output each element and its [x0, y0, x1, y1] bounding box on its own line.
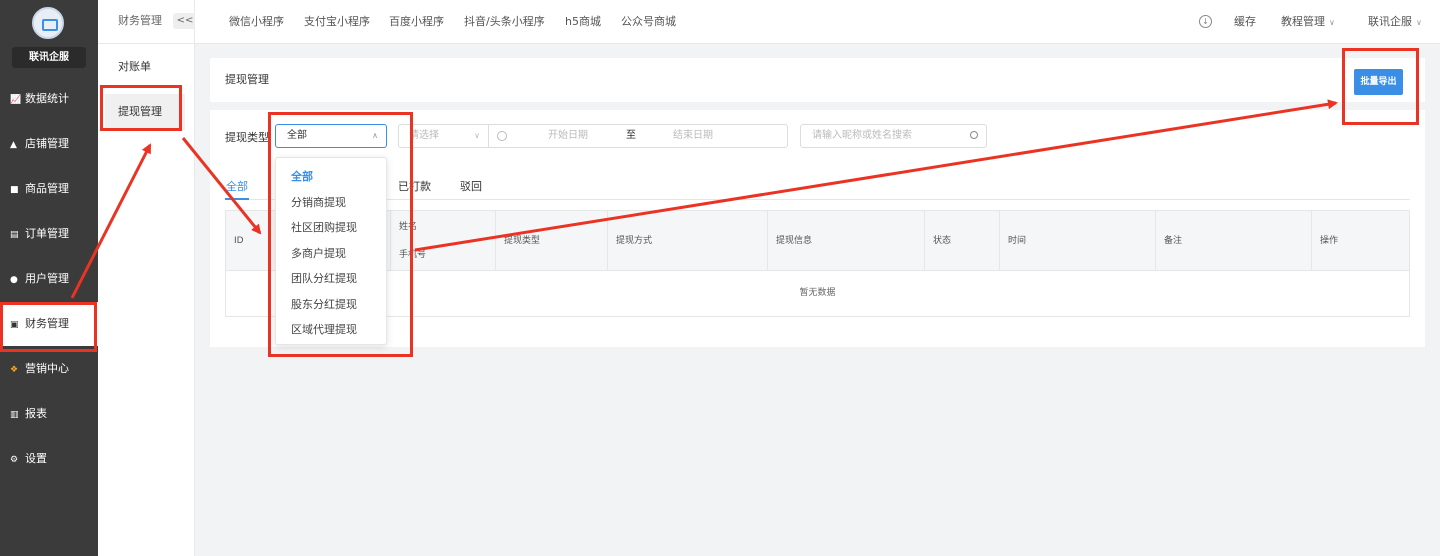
download-icon[interactable]: ↓: [1199, 15, 1212, 28]
sidebar-item-settings[interactable]: ⚙ 设置: [0, 437, 98, 481]
end-date-input[interactable]: 结束日期: [673, 125, 713, 147]
gear-icon: ⚙: [10, 455, 19, 465]
order-icon: ▤: [10, 230, 19, 240]
tutorial-menu[interactable]: 教程管理 ∨: [1281, 0, 1335, 43]
column-withdrawal-type: 提现类型: [496, 211, 608, 271]
store-icon: ▲: [10, 140, 17, 150]
collapse-button[interactable]: <<: [173, 13, 197, 29]
sub-navigation: 财务管理 << 对账单 提现管理: [98, 0, 197, 556]
tab-douyin-miniprogram[interactable]: 抖音/头条小程序: [464, 0, 545, 43]
tab-alipay-miniprogram[interactable]: 支付宝小程序: [304, 0, 370, 43]
range-separator: 至: [626, 130, 636, 141]
column-remark: 备注: [1156, 211, 1312, 271]
sidebar: 联讯企服 📈 数据统计 ▲ 店铺管理 ■ 商品管理 ▤ 订单管理 ● 用户管理 ▣ 财务管理…: [0, 0, 98, 556]
sidebar-item-users[interactable]: ● 用户管理: [0, 257, 98, 301]
column-withdrawal-method: 提现方式: [608, 211, 768, 271]
clock-icon: [497, 131, 507, 141]
page-header: 提现管理 批量导出: [210, 58, 1425, 102]
chevron-down-icon: ∨: [1416, 18, 1422, 27]
logo-icon: [32, 7, 64, 39]
page-title: 提现管理: [225, 73, 269, 86]
withdrawal-type-label: 提现类型: [225, 131, 269, 144]
chevron-down-icon: ∨: [1329, 18, 1335, 27]
sidebar-item-orders[interactable]: ▤ 订单管理: [0, 212, 98, 256]
subnav-header: 财务管理 <<: [98, 0, 197, 44]
user-icon: ●: [10, 275, 18, 285]
column-status: 状态: [925, 211, 1000, 271]
search-input[interactable]: 请输入昵称或姓名搜索: [800, 124, 987, 148]
annotation-box-dropdown: [268, 112, 413, 357]
marketing-icon: ❖: [10, 365, 19, 375]
chevron-down-icon: ∨: [474, 131, 480, 140]
subnav-item-statement[interactable]: 对账单: [105, 49, 185, 85]
sidebar-item-store[interactable]: ▲ 店铺管理: [0, 122, 98, 166]
annotation-box-export: [1342, 48, 1419, 125]
status-tab-all[interactable]: 全部: [226, 178, 248, 194]
status-tab-rejected[interactable]: 驳回: [460, 178, 482, 194]
cache-button[interactable]: 缓存: [1234, 0, 1256, 43]
sidebar-item-reports[interactable]: ▥ 报表: [0, 392, 98, 436]
sidebar-item-goods[interactable]: ■ 商品管理: [0, 167, 98, 211]
bar-chart-icon: ▥: [10, 410, 19, 420]
tab-baidu-miniprogram[interactable]: 百度小程序: [389, 0, 444, 43]
tab-official-account-mall[interactable]: 公众号商城: [621, 0, 676, 43]
column-time: 时间: [1000, 211, 1156, 271]
annotation-box-finance: [0, 302, 97, 352]
sidebar-item-marketing[interactable]: ❖ 营销中心: [0, 347, 98, 391]
top-bar: 微信小程序 支付宝小程序 百度小程序 抖音/头条小程序 h5商城 公众号商城 ↓…: [195, 0, 1440, 44]
date-range-picker[interactable]: 开始日期 至 结束日期: [488, 124, 788, 148]
account-menu[interactable]: 联讯企服 ∨: [1368, 0, 1422, 43]
column-action: 操作: [1320, 236, 1339, 246]
active-tab-indicator: [225, 198, 249, 200]
start-date-input[interactable]: 开始日期: [548, 125, 588, 147]
tab-wechat-miniprogram[interactable]: 微信小程序: [229, 0, 284, 43]
subnav-title: 财务管理: [118, 14, 162, 27]
sidebar-item-data-stats[interactable]: 📈 数据统计: [0, 77, 98, 121]
goods-icon: ■: [10, 185, 19, 195]
column-withdrawal-info: 提现信息: [768, 211, 925, 271]
tab-h5-mall[interactable]: h5商城: [565, 0, 601, 43]
search-icon: [970, 131, 978, 139]
chart-line-icon: 📈: [10, 95, 22, 105]
annotation-box-withdrawal: [100, 85, 182, 131]
brand-name: 联讯企服: [12, 47, 86, 68]
